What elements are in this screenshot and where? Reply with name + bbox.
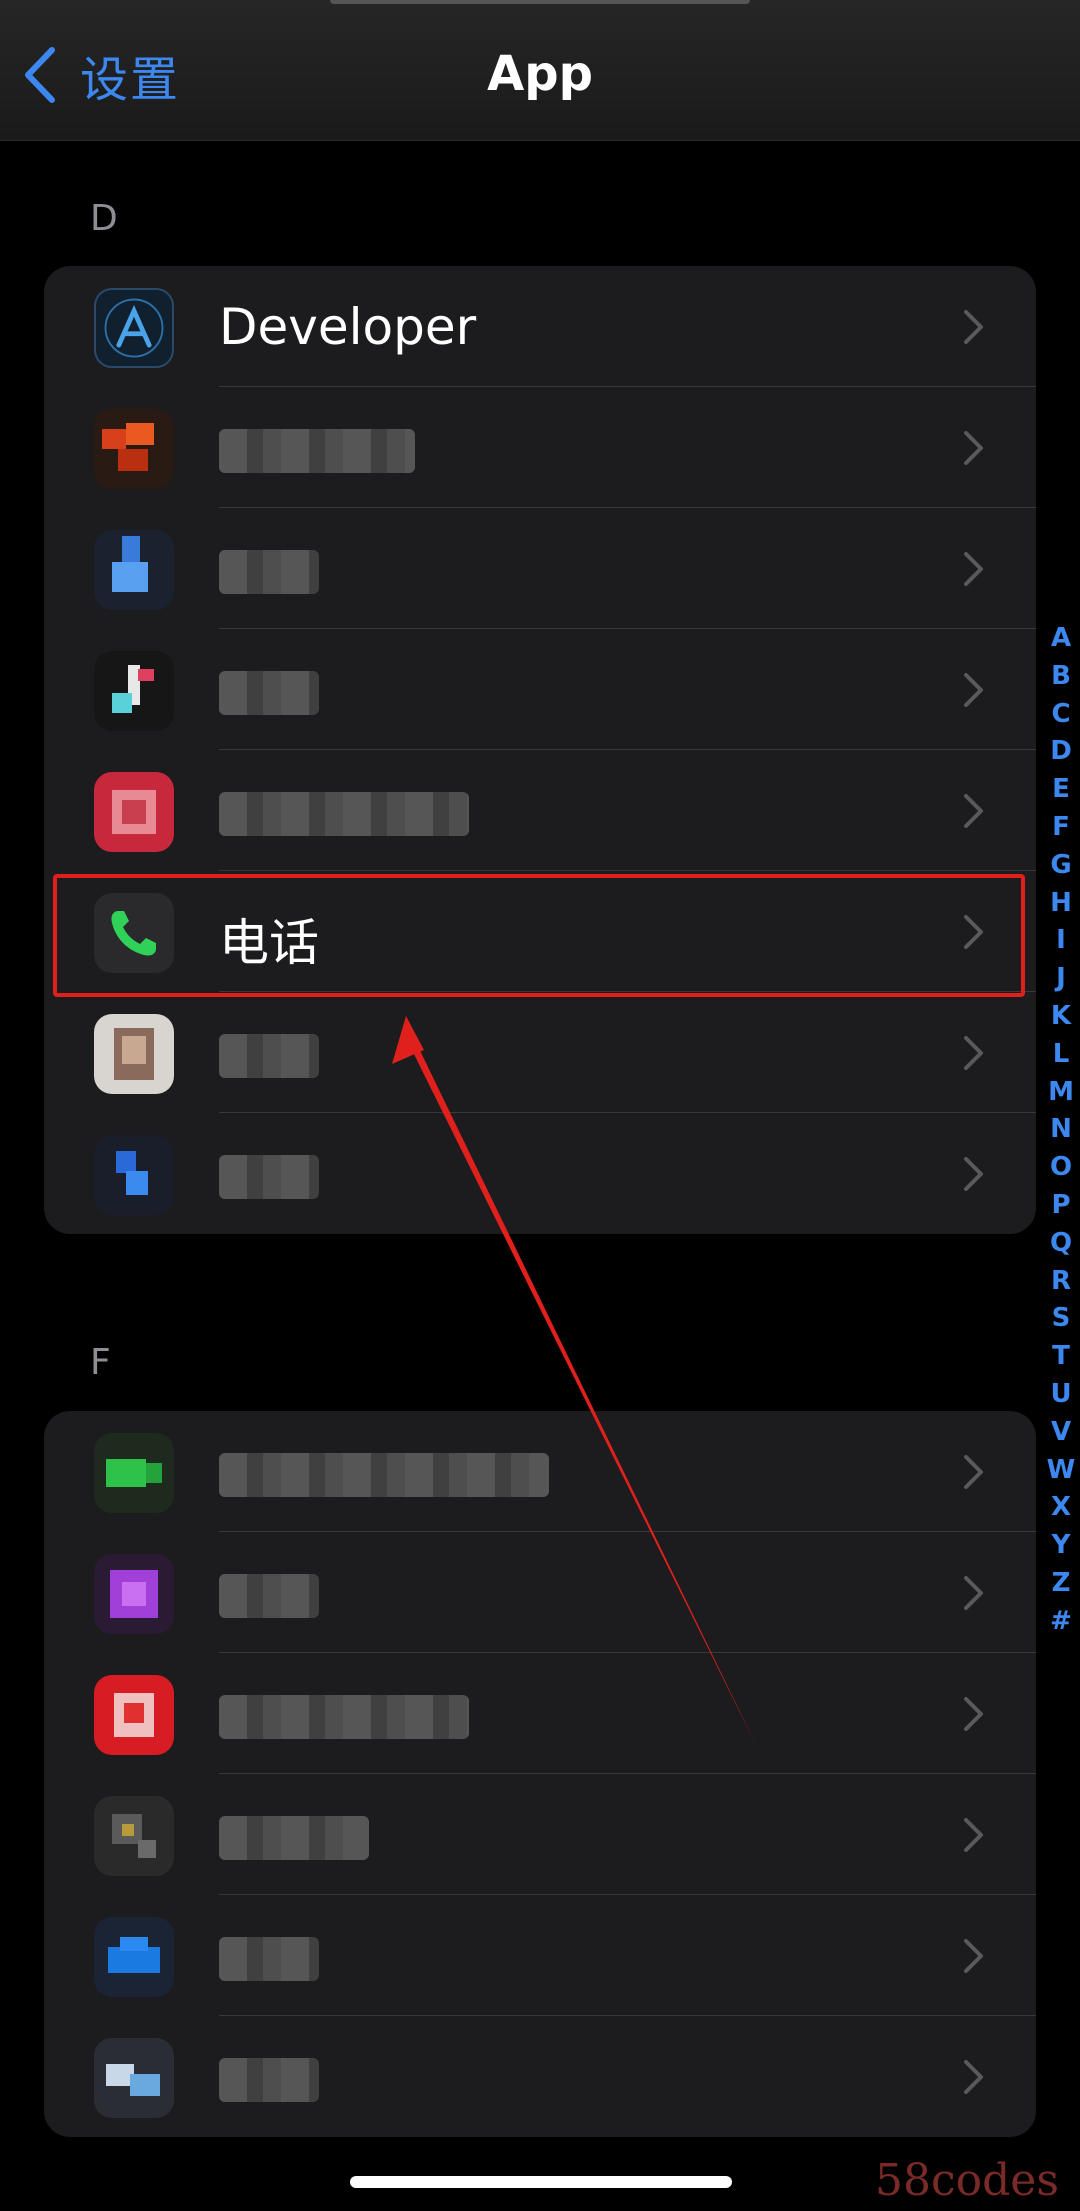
index-letter[interactable]: G — [1050, 847, 1071, 885]
index-letter[interactable]: X — [1051, 1489, 1071, 1527]
index-letter[interactable]: W — [1047, 1452, 1076, 1490]
index-letter[interactable]: M — [1048, 1074, 1074, 1112]
index-letter[interactable]: T — [1052, 1338, 1070, 1376]
index-letter[interactable]: D — [1050, 733, 1072, 771]
index-letter[interactable]: O — [1050, 1149, 1072, 1187]
index-letter[interactable]: I — [1056, 922, 1066, 960]
index-letter[interactable]: R — [1051, 1263, 1071, 1301]
index-letter[interactable]: E — [1052, 771, 1070, 809]
index-letter[interactable]: S — [1052, 1300, 1071, 1338]
index-letter[interactable]: C — [1051, 696, 1070, 734]
index-letter[interactable]: N — [1050, 1111, 1072, 1149]
index-letter[interactable]: H — [1050, 885, 1072, 923]
index-letter[interactable]: Y — [1052, 1527, 1071, 1565]
annotation-arrow — [392, 1016, 756, 1745]
index-letter[interactable]: V — [1051, 1414, 1071, 1452]
home-indicator[interactable] — [350, 2176, 732, 2188]
index-letter[interactable]: F — [1052, 809, 1070, 847]
watermark: 58codes — [875, 2155, 1059, 2206]
index-letter[interactable]: L — [1053, 1036, 1070, 1074]
index-letter[interactable]: # — [1050, 1603, 1072, 1641]
index-letter[interactable]: B — [1051, 658, 1071, 696]
index-letter[interactable]: U — [1050, 1376, 1071, 1414]
alphabet-index[interactable]: A B C D E F G H I J K L M N O P Q R S T U V W X Y Z # — [1046, 620, 1076, 1641]
index-letter[interactable]: K — [1051, 998, 1071, 1036]
index-letter[interactable]: P — [1051, 1187, 1070, 1225]
index-letter[interactable]: Z — [1052, 1565, 1071, 1603]
index-letter[interactable]: A — [1051, 620, 1071, 658]
index-letter[interactable]: J — [1056, 960, 1066, 998]
index-letter[interactable]: Q — [1050, 1225, 1072, 1263]
